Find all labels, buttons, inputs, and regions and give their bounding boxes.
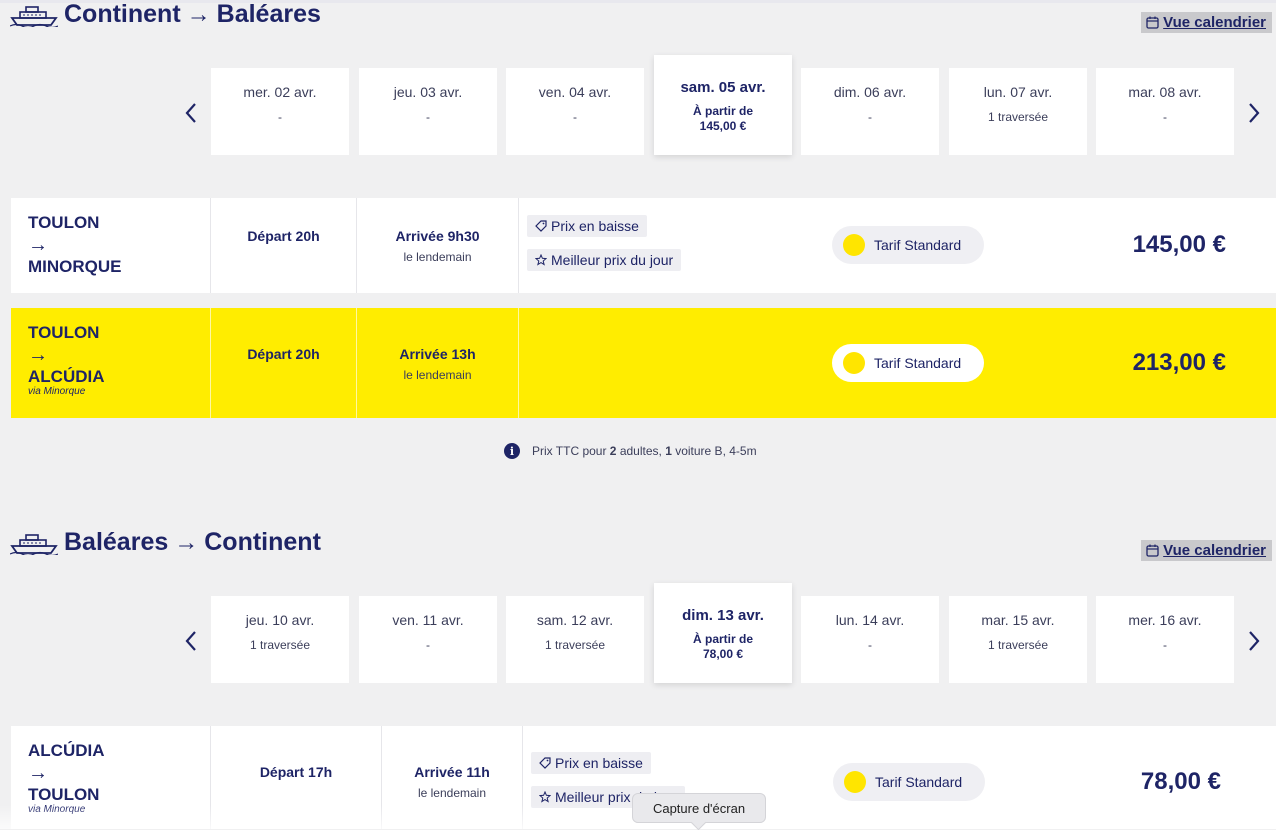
from-price-label: À partir de (692, 104, 753, 118)
title-to: Continent (204, 528, 321, 556)
chevron-right-icon (1249, 103, 1260, 123)
arrival-time: Arrivée 9h30 (395, 228, 480, 244)
fare-label: Tarif Standard (875, 774, 963, 790)
route-via: via Minorque (28, 804, 86, 815)
date-tab[interactable]: mer. 02 avr. - (211, 68, 349, 155)
price: 145,00 € (1132, 231, 1226, 258)
arrival-time: Arrivée 13h (399, 346, 476, 362)
from-price-value: 78,00 € (702, 647, 744, 661)
arrival-cell: Arrivée 9h30 le lendemain (356, 198, 518, 293)
chevron-left-icon (185, 631, 196, 651)
fare-dot-icon (843, 234, 865, 256)
next-dates-button[interactable] (1244, 626, 1264, 656)
price-drop-tag: Prix en baisse (527, 215, 647, 237)
route-to: MINORQUE (28, 257, 122, 276)
date-tab-selected[interactable]: dim. 13 avr. À partir de 78,00 € (654, 583, 792, 683)
price: 78,00 € (1140, 768, 1221, 795)
route-to: TOULON (28, 785, 100, 804)
fare-label: Tarif Standard (874, 237, 962, 253)
route: TOULON → ALCÚDIA via Minorque (28, 322, 105, 397)
fare-badge[interactable]: Tarif Standard (832, 344, 984, 382)
arrow-right-icon: → (28, 762, 48, 784)
title-to: Baléares (216, 0, 321, 28)
fare-label: Tarif Standard (874, 355, 962, 371)
date-tab[interactable]: jeu. 10 avr. 1 traversée (211, 596, 349, 683)
route-via: via Minorque (28, 386, 86, 397)
fare-dot-icon (844, 771, 866, 793)
fare-badge[interactable]: Tarif Standard (832, 226, 984, 264)
chevron-right-icon (1249, 631, 1260, 651)
inbound-title: Baléares → Continent (10, 528, 321, 557)
ship-icon (10, 533, 58, 555)
route-from: ALCÚDIA (28, 741, 105, 760)
route: TOULON → MINORQUE (28, 212, 122, 278)
outbound-title: Continent → Baléares (10, 0, 321, 29)
route: ALCÚDIA → TOULON via Minorque (28, 740, 105, 815)
from-price-label: À partir de (692, 632, 753, 646)
departure-time: Départ 17h (259, 764, 333, 780)
arrow-right-icon: → (28, 344, 48, 366)
date-tab-selected[interactable]: sam. 05 avr. À partir de 145,00 € (654, 55, 792, 155)
calendar-view-label: Vue calendrier (1163, 542, 1266, 559)
departure-cell: Départ 20h (210, 308, 356, 418)
date-tab[interactable]: mer. 16 avr. - (1096, 596, 1234, 683)
crossing-row[interactable]: TOULON → MINORQUE Départ 20h Arrivée 9h3… (11, 198, 1276, 293)
prev-dates-button[interactable] (181, 98, 201, 128)
calendar-icon (1146, 16, 1159, 29)
arrow-right-icon: → (186, 0, 211, 28)
date-tab[interactable]: lun. 07 avr. 1 traversée (949, 68, 1087, 155)
route-to: ALCÚDIA (28, 367, 105, 386)
fare-dot-icon (843, 352, 865, 374)
arrival-sub: le lendemain (403, 250, 472, 264)
calendar-view-button[interactable]: Vue calendrier (1141, 540, 1272, 561)
route-from: TOULON (28, 323, 100, 342)
arrival-sub: le lendemain (403, 368, 472, 382)
price: 213,00 € (1132, 349, 1226, 376)
calendar-icon (1146, 544, 1159, 557)
title-from: Continent (64, 0, 181, 28)
departure-cell: Départ 17h (210, 726, 381, 829)
info-icon: i (504, 443, 520, 459)
date-tab[interactable]: ven. 11 avr. - (359, 596, 497, 683)
route-from: TOULON (28, 213, 100, 232)
fare-badge[interactable]: Tarif Standard (833, 763, 985, 801)
calendar-view-button[interactable]: Vue calendrier (1141, 12, 1272, 33)
title-from: Baléares (64, 528, 169, 556)
arrival-cell: Arrivée 11h le lendemain (381, 726, 522, 829)
star-icon (539, 791, 551, 803)
arrival-cell: Arrivée 13h le lendemain (356, 308, 518, 418)
prev-dates-button[interactable] (181, 626, 201, 656)
date-tab[interactable]: mar. 08 avr. - (1096, 68, 1234, 155)
date-tab[interactable]: dim. 06 avr. - (801, 68, 939, 155)
date-tab[interactable]: ven. 04 avr. - (506, 68, 644, 155)
best-price-tag: Meilleur prix du jour (527, 249, 682, 271)
date-tab[interactable]: sam. 12 avr. 1 traversée (506, 596, 644, 683)
from-price-value: 145,00 € (699, 119, 747, 133)
arrow-right-icon: → (174, 528, 199, 556)
price-tag-icon (535, 220, 547, 232)
departure-cell: Départ 20h (210, 198, 356, 293)
date-tab[interactable]: mar. 15 avr. 1 traversée (949, 596, 1087, 683)
chevron-left-icon (185, 103, 196, 123)
screenshot-tooltip: Capture d'écran (632, 793, 766, 823)
departure-time: Départ 20h (247, 346, 320, 362)
price-drop-tag: Prix en baisse (531, 752, 651, 774)
arrow-right-icon: → (28, 234, 48, 256)
price-info: i Prix TTC pour 2 adultes, 1 voiture B, … (504, 443, 757, 459)
next-dates-button[interactable] (1244, 98, 1264, 128)
ship-icon (10, 5, 58, 27)
arrival-time: Arrivée 11h (414, 764, 490, 780)
departure-time: Départ 20h (247, 228, 320, 244)
date-tab[interactable]: lun. 14 avr. - (801, 596, 939, 683)
price-info-text: Prix TTC pour 2 adultes, 1 voiture B, 4-… (532, 444, 757, 458)
arrival-sub: le lendemain (417, 786, 487, 800)
price-tag-icon (539, 757, 551, 769)
calendar-view-label: Vue calendrier (1163, 14, 1266, 31)
crossing-row-selected[interactable]: TOULON → ALCÚDIA via Minorque Départ 20h… (11, 308, 1276, 418)
star-icon (535, 254, 547, 266)
date-tab[interactable]: jeu. 03 avr. - (359, 68, 497, 155)
